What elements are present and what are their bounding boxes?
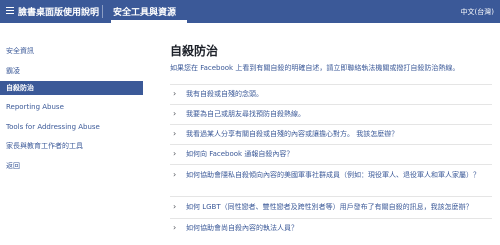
help-center-title[interactable]: 臉書桌面版使用說明 bbox=[18, 5, 99, 18]
menu-icon[interactable] bbox=[6, 7, 14, 15]
faq-question[interactable]: 如何協助會隱私自殺傾向內容的美國軍事社群成員（例如：現役軍人、退役軍人和軍人家屬… bbox=[186, 170, 486, 181]
sidebar-item-parents-educators[interactable]: 家長與教育工作者的工具 bbox=[0, 139, 143, 153]
chevron-right-icon: › bbox=[173, 89, 177, 98]
faq-question[interactable]: 我有自殺或自殘的念頭。 bbox=[186, 89, 486, 100]
top-navigation-bar: 臉書桌面版使用說明 安全工具與資源 中文(台灣) bbox=[0, 0, 500, 23]
faq-item[interactable]: › 如何 LGBT（同性戀者、雙性戀者及跨性別者等）用戶發布了有關自殺的訊息，我… bbox=[170, 196, 492, 218]
sidebar-item-safety-info[interactable]: 安全資訊 bbox=[0, 44, 143, 58]
chevron-right-icon: › bbox=[173, 109, 177, 118]
faq-item[interactable]: › 如何協助會隱私自殺傾向內容的美國軍事社群成員（例如：現役軍人、退役軍人和軍人… bbox=[170, 164, 492, 196]
nav-divider bbox=[102, 5, 103, 18]
faq-item[interactable]: › 我看過某人分享有關自殺或自殘的內容或讓擔心對方。 我該怎麼辦？ bbox=[170, 124, 492, 144]
chevron-right-icon: › bbox=[173, 202, 177, 211]
sidebar: 安全資訊 霸凌 自殺防治 Reporting Abuse Tools for A… bbox=[0, 23, 143, 245]
chevron-right-icon: › bbox=[173, 129, 177, 138]
chevron-right-icon: › bbox=[173, 149, 177, 158]
page-title: 自殺防治 bbox=[170, 44, 219, 58]
tab-safety-tools[interactable]: 安全工具與資源 bbox=[113, 5, 176, 18]
chevron-right-icon: › bbox=[173, 223, 177, 232]
faq-item[interactable]: › 我要為自己或朋友尋找預防自殺熱線。 bbox=[170, 104, 492, 124]
sidebar-item-suicide-prevention[interactable]: 自殺防治 bbox=[0, 81, 143, 95]
faq-question[interactable]: 我看過某人分享有關自殺或自殘的內容或讓擔心對方。 我該怎麼辦？ bbox=[186, 129, 486, 140]
faq-item[interactable]: › 我有自殺或自殘的念頭。 bbox=[170, 84, 492, 104]
faq-question[interactable]: 如何協助會尚自殺內容的執法人員？ bbox=[186, 223, 486, 234]
faq-question[interactable]: 如何 LGBT（同性戀者、雙性戀者及跨性別者等）用戶發布了有關自殺的訊息，我該怎… bbox=[186, 202, 486, 213]
faq-question[interactable]: 如何向 Facebook 通報自殺內容？ bbox=[186, 149, 486, 160]
faq-item[interactable]: › 如何協助會尚自殺內容的執法人員？ bbox=[170, 218, 492, 238]
language-selector[interactable]: 中文(台灣) bbox=[461, 7, 494, 17]
faq-question[interactable]: 我要為自己或朋友尋找預防自殺熱線。 bbox=[186, 109, 486, 120]
sidebar-item-tools-abuse[interactable]: Tools for Addressing Abuse bbox=[0, 120, 143, 134]
chevron-right-icon: › bbox=[173, 170, 177, 179]
faq-item[interactable]: › 如何向 Facebook 通報自殺內容？ bbox=[170, 144, 492, 164]
intro-text: 如果您在 Facebook 上看到有關自殺的明確自述，請立即聯絡執法機關或撥打自… bbox=[170, 64, 460, 72]
sidebar-item-reporting-abuse[interactable]: Reporting Abuse bbox=[0, 100, 143, 114]
sidebar-item-bullying[interactable]: 霸凌 bbox=[0, 64, 143, 78]
sidebar-item-back[interactable]: 返回 bbox=[0, 159, 143, 173]
